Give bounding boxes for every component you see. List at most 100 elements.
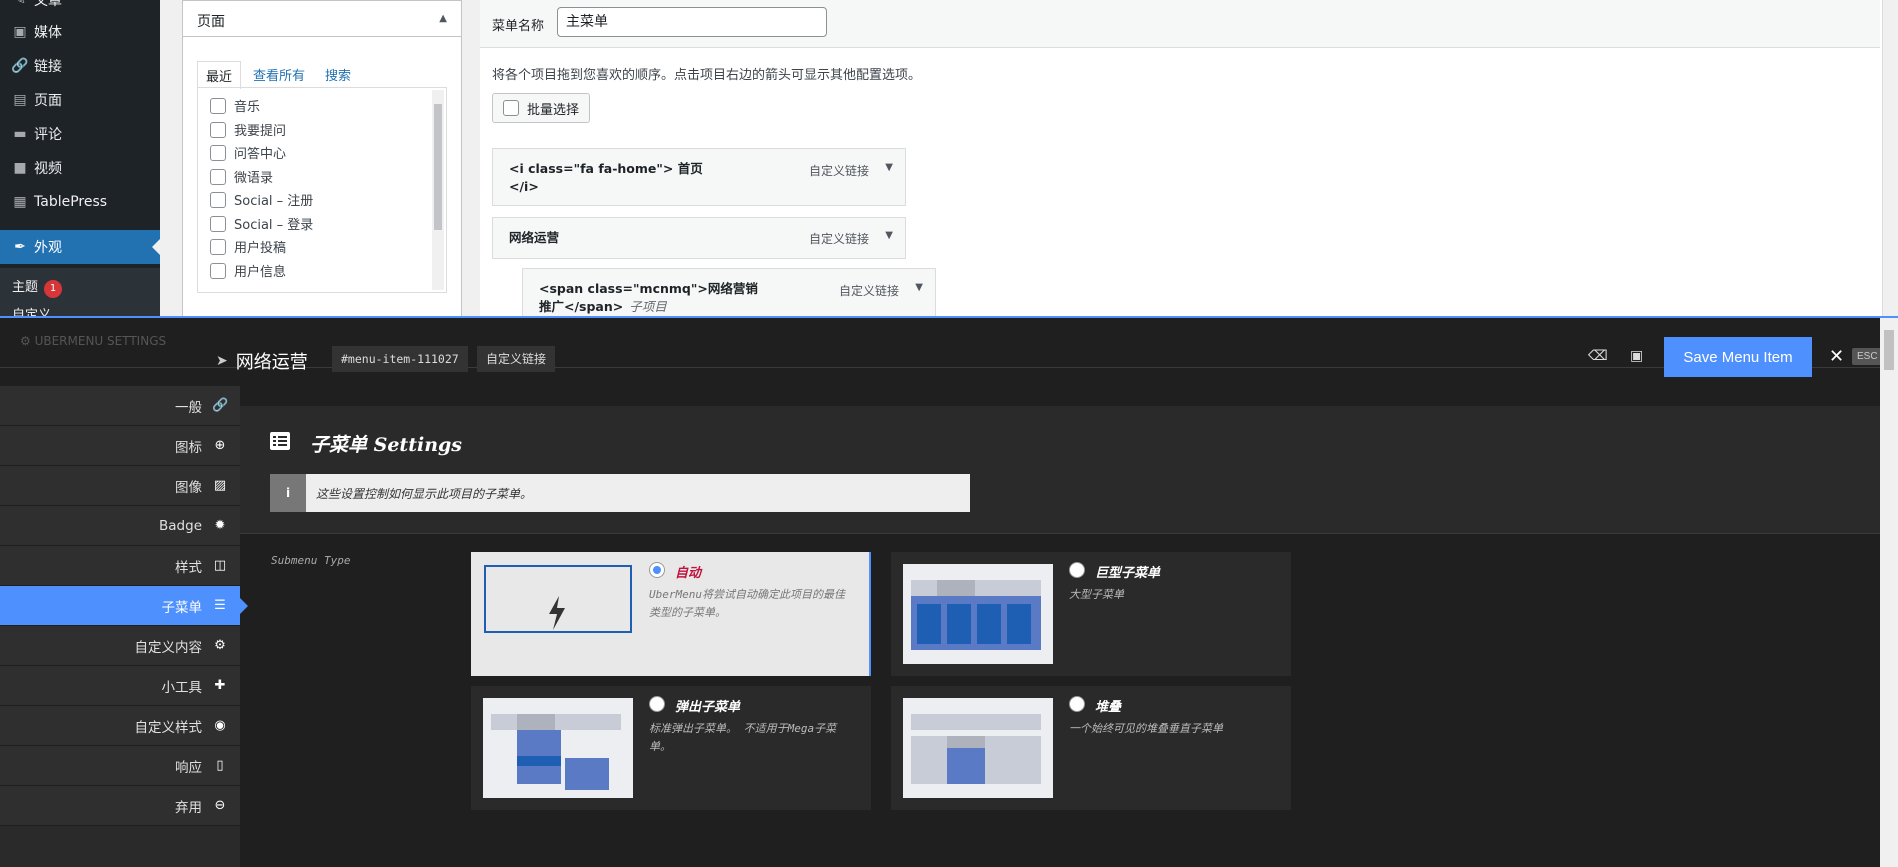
menu-item-type: 自定义链接 bbox=[808, 164, 869, 178]
nav-submenu[interactable]: 子菜单 ☰ bbox=[0, 586, 248, 626]
menu-item-id-chip: #menu-item-111027 bbox=[332, 346, 468, 372]
radio-auto[interactable] bbox=[649, 562, 665, 578]
tab-recent[interactable]: 最近 bbox=[197, 61, 242, 89]
wp-nav-tablepress[interactable]: ▦ TablePress bbox=[0, 185, 160, 219]
wp-nav-appearance[interactable]: ✒ 外观 bbox=[0, 230, 160, 264]
radio-mega[interactable] bbox=[1069, 562, 1085, 578]
page-checkbox-row[interactable]: 用户信息 bbox=[210, 261, 286, 280]
page-checkbox-row[interactable]: 问答中心 bbox=[210, 143, 286, 162]
expand-arrow-icon[interactable]: ▼ bbox=[915, 282, 923, 293]
puzzle-icon: ✚ bbox=[214, 678, 226, 693]
wp-nav-label: TablePress bbox=[34, 194, 108, 210]
nav-style[interactable]: 样式 ◫ bbox=[0, 546, 240, 586]
option-description: 一个始终可见的堆叠垂直子菜单 bbox=[1069, 722, 1223, 735]
scrollbar-thumb[interactable] bbox=[434, 104, 442, 230]
checklist-scrollbar[interactable] bbox=[432, 90, 444, 290]
submenu-option-auto[interactable]: 自动 UberMenu将尝试自动确定此项目的最佳类型的子菜单。 bbox=[471, 552, 871, 676]
wp-nav-videos[interactable]: ■ 视频 bbox=[0, 151, 160, 185]
ubermenu-settings-panel: ⚙ UBERMENU SETTINGS ➤ 网络运营 #menu-item-111… bbox=[0, 316, 1898, 867]
nav-deprecated[interactable]: 弃用 ⊖ bbox=[0, 786, 240, 826]
checkbox[interactable] bbox=[210, 238, 226, 255]
checkbox[interactable] bbox=[210, 262, 226, 279]
tab-search[interactable]: 搜索 bbox=[325, 65, 351, 84]
minus-circle-icon: ⊖ bbox=[214, 798, 226, 813]
nav-image[interactable]: 图像 ▨ bbox=[0, 466, 240, 506]
submenu-settings-header: 子菜单 Settings i 这些设置控制如何显示此项目的子菜单。 bbox=[240, 406, 1880, 534]
submenu-option-stack[interactable]: 堆叠 一个始终可见的堆叠垂直子菜单 bbox=[891, 686, 1291, 810]
menu-item-home[interactable]: <i class="fa fa-home"> 首页 </i> 自定义链接 ▼ bbox=[492, 148, 906, 206]
close-icon[interactable]: ✕ bbox=[1829, 346, 1844, 367]
nav-badge[interactable]: Badge ✹ bbox=[0, 506, 240, 546]
page-checkbox-row[interactable]: 音乐 bbox=[210, 96, 260, 115]
menu-name-input[interactable]: 主菜单 bbox=[557, 7, 827, 37]
wp-nav-label: 文章 bbox=[34, 0, 62, 9]
submenu-option-flyout[interactable]: 弹出子菜单 标准弹出子菜单。 不适用于Mega子菜单。 bbox=[471, 686, 871, 810]
tab-view-all[interactable]: 查看所有 bbox=[253, 65, 305, 84]
nav-label: Badge bbox=[159, 517, 202, 534]
wp-nav-media[interactable]: ▣ 媒体 bbox=[0, 15, 160, 49]
page-checkbox-row[interactable]: 用户投稿 bbox=[210, 237, 286, 256]
nav-label: 样式 bbox=[175, 559, 202, 576]
checkbox[interactable] bbox=[210, 97, 226, 114]
save-icon[interactable]: ▣ bbox=[1630, 348, 1643, 364]
option-description: UberMenu将尝试自动确定此项目的最佳类型的子菜单。 bbox=[649, 588, 845, 619]
scrollbar-thumb[interactable] bbox=[1884, 330, 1894, 370]
page-checkbox-row[interactable]: 我要提问 bbox=[210, 120, 286, 139]
menu-name-bar: 菜单名称 主菜单 bbox=[480, 0, 1880, 48]
expand-arrow-icon[interactable]: ▼ bbox=[885, 162, 893, 173]
nav-label: 一般 bbox=[175, 399, 202, 416]
page-label: 问答中心 bbox=[234, 147, 287, 162]
wp-nav-label: 评论 bbox=[34, 127, 62, 143]
wp-sub-themes[interactable]: 主题 1 bbox=[12, 276, 63, 298]
save-menu-item-button[interactable]: Save Menu Item bbox=[1664, 337, 1812, 377]
panel-scrollbar[interactable] bbox=[1880, 318, 1898, 867]
bulk-select-button[interactable]: 批量选择 bbox=[492, 93, 591, 123]
pages-icon: ▤ bbox=[13, 92, 27, 108]
radio-stack[interactable] bbox=[1069, 696, 1085, 712]
radio-flyout[interactable] bbox=[649, 696, 665, 712]
gears-icon: ⚙ bbox=[20, 334, 35, 348]
page-label: 用户投稿 bbox=[234, 241, 287, 256]
pages-metabox-header[interactable]: 页面 ▲ bbox=[183, 1, 461, 37]
ubermenu-topbar: ⚙ UBERMENU SETTINGS ➤ 网络运营 #menu-item-111… bbox=[0, 318, 1880, 373]
media-icon: ▣ bbox=[13, 24, 27, 40]
checkbox[interactable] bbox=[503, 100, 519, 116]
link-icon: 🔗 bbox=[11, 58, 29, 74]
wp-nav-pages[interactable]: ▤ 页面 bbox=[0, 83, 160, 117]
nav-custom-content[interactable]: 自定义内容 ⚙ bbox=[0, 626, 240, 666]
posts-icon: ✎ bbox=[14, 0, 26, 8]
page-checkbox-row[interactable]: Social – 登录 bbox=[210, 214, 313, 233]
wp-nav-links[interactable]: 🔗 链接 bbox=[0, 49, 160, 83]
nav-general[interactable]: 一般 🔗 bbox=[0, 386, 240, 426]
pages-metabox-title: 页面 bbox=[197, 14, 225, 30]
expand-arrow-icon[interactable]: ▼ bbox=[885, 230, 893, 241]
menu-item-type-chip: 自定义链接 bbox=[477, 346, 556, 372]
nav-responsive[interactable]: 响应 ▯ bbox=[0, 746, 240, 786]
eraser-icon[interactable]: ⌫ bbox=[1588, 348, 1608, 364]
menu-item-type: 自定义链接 bbox=[838, 284, 899, 298]
table-icon: ▦ bbox=[13, 194, 27, 210]
submenu-option-mega[interactable]: 巨型子菜单 大型子菜单 bbox=[891, 552, 1291, 676]
checkbox[interactable] bbox=[210, 121, 226, 138]
checkbox[interactable] bbox=[210, 144, 226, 161]
nav-label: 图标 bbox=[175, 439, 202, 456]
page-scrollbar[interactable] bbox=[1882, 0, 1898, 320]
wp-nav-comments[interactable]: ▬ 评论 bbox=[0, 117, 160, 151]
menu-instructions: 将各个项目拖到您喜欢的顺序。点击项目右边的箭头可显示其他配置选项。 bbox=[492, 68, 922, 83]
option-description: 标准弹出子菜单。 不适用于Mega子菜单。 bbox=[649, 722, 837, 753]
plus-circle-icon: ⊕ bbox=[214, 438, 226, 453]
nav-icon[interactable]: 图标 ⊕ bbox=[0, 426, 240, 466]
menu-item-title-line: <i class="fa fa-home"> 首页 bbox=[509, 161, 703, 176]
page-checkbox-row[interactable]: 微语录 bbox=[210, 167, 273, 186]
nav-widgets[interactable]: 小工具 ✚ bbox=[0, 666, 240, 706]
collapse-arrow-icon[interactable]: ▲ bbox=[439, 13, 447, 24]
nav-custom-style[interactable]: 自定义样式 ◉ bbox=[0, 706, 240, 746]
checkbox[interactable] bbox=[210, 191, 226, 208]
page-label: Social – 登录 bbox=[234, 218, 314, 233]
page-checkbox-row[interactable]: Social – 注册 bbox=[210, 190, 313, 209]
checkbox[interactable] bbox=[210, 168, 226, 185]
checkbox[interactable] bbox=[210, 215, 226, 232]
wp-nav-label: 链接 bbox=[34, 59, 62, 75]
menu-item-network-ops[interactable]: 网络运营 自定义链接 ▼ bbox=[492, 217, 906, 259]
nav-label: 自定义样式 bbox=[134, 719, 203, 736]
